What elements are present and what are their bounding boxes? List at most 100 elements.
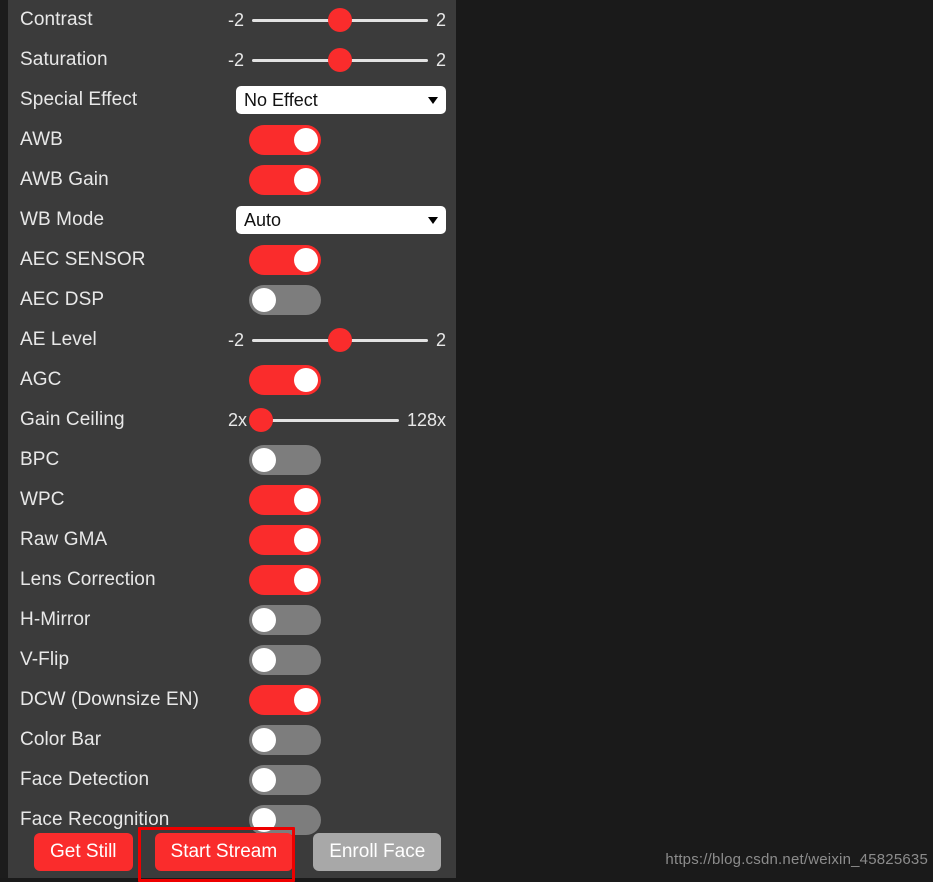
- dropdown-select[interactable]: No Effect: [236, 86, 446, 114]
- dropdown-select[interactable]: Auto: [236, 206, 446, 234]
- toggle-knob: [252, 448, 276, 472]
- settings-row: DCW (Downsize EN): [8, 680, 456, 720]
- toggle-switch[interactable]: [249, 565, 321, 595]
- settings-row: AE Level -2 2: [8, 320, 456, 360]
- setting-label: Gain Ceiling: [20, 409, 125, 430]
- setting-label: Color Bar: [20, 729, 102, 750]
- setting-label: WPC: [20, 489, 65, 510]
- setting-control: [228, 600, 446, 640]
- left-gutter: [0, 0, 8, 878]
- setting-label: V-Flip: [20, 649, 70, 670]
- toggle-switch[interactable]: [249, 685, 321, 715]
- setting-control: [228, 560, 446, 600]
- slider-min-label: 2x: [228, 410, 248, 430]
- setting-label: AE Level: [20, 329, 97, 350]
- setting-label: Contrast: [20, 9, 93, 30]
- toggle-knob: [294, 528, 318, 552]
- setting-label: Raw GMA: [20, 529, 108, 550]
- get-still-button[interactable]: Get Still: [34, 833, 133, 871]
- setting-label: Lens Correction: [20, 569, 156, 590]
- toggle-switch[interactable]: [249, 765, 321, 795]
- slider[interactable]: -2 2: [228, 40, 446, 80]
- setting-label: AWB: [20, 129, 63, 150]
- setting-label: AEC DSP: [20, 289, 105, 310]
- toggle-knob: [252, 608, 276, 632]
- toggle-knob: [294, 688, 318, 712]
- setting-label: BPC: [20, 449, 60, 470]
- toggle-knob: [252, 728, 276, 752]
- settings-row: BPC: [8, 440, 456, 480]
- toggle-switch[interactable]: [249, 525, 321, 555]
- settings-row: Lens Correction: [8, 560, 456, 600]
- toggle-switch[interactable]: [249, 285, 321, 315]
- toggle-switch[interactable]: [249, 125, 321, 155]
- settings-row: Color Bar: [8, 720, 456, 760]
- toggle-switch[interactable]: [249, 645, 321, 675]
- camera-settings-app: Contrast -2 2 Saturation -2 2 Special Effect No…: [0, 0, 933, 878]
- setting-label: AWB Gain: [20, 169, 109, 190]
- setting-control: [228, 280, 446, 320]
- setting-control: [228, 720, 446, 760]
- slider[interactable]: -2 2: [228, 0, 446, 40]
- settings-row: Gain Ceiling 2x 128x: [8, 400, 456, 440]
- slider-track: [255, 418, 399, 422]
- settings-row: WPC: [8, 480, 456, 520]
- setting-control: [228, 480, 446, 520]
- toggle-switch[interactable]: [249, 245, 321, 275]
- settings-row: Saturation -2 2: [8, 40, 456, 80]
- action-button-bar: Get Still Start Stream Enroll Face: [8, 826, 456, 878]
- setting-control: Auto: [228, 200, 446, 240]
- toggle-switch[interactable]: [249, 365, 321, 395]
- start-stream-button[interactable]: Start Stream: [154, 833, 294, 871]
- setting-control: -2 2: [228, 40, 446, 80]
- video-viewport: https://blog.csdn.net/weixin_45825635: [456, 0, 933, 878]
- slider-max-label: 128x: [406, 410, 446, 430]
- settings-row: AEC SENSOR: [8, 240, 456, 280]
- toggle-switch[interactable]: [249, 725, 321, 755]
- settings-row: Face Detection: [8, 760, 456, 800]
- toggle-knob: [252, 648, 276, 672]
- slider-thumb[interactable]: [328, 48, 352, 72]
- setting-control: [228, 520, 446, 560]
- toggle-switch[interactable]: [249, 445, 321, 475]
- toggle-switch[interactable]: [249, 165, 321, 195]
- setting-control: No Effect: [228, 80, 446, 120]
- settings-sidebar: Contrast -2 2 Saturation -2 2 Special Effect No…: [8, 0, 456, 878]
- slider-min-label: -2: [228, 50, 245, 70]
- slider-thumb[interactable]: [328, 328, 352, 352]
- settings-row: AEC DSP: [8, 280, 456, 320]
- settings-row: V-Flip: [8, 640, 456, 680]
- setting-control: [228, 120, 446, 160]
- setting-control: [228, 440, 446, 480]
- settings-row: AWB: [8, 120, 456, 160]
- slider-track-area[interactable]: [252, 328, 428, 352]
- settings-row: Contrast -2 2: [8, 0, 456, 40]
- toggle-knob: [294, 128, 318, 152]
- toggle-switch[interactable]: [249, 485, 321, 515]
- settings-row: WB Mode Auto: [8, 200, 456, 240]
- setting-label: H-Mirror: [20, 609, 91, 630]
- enroll-face-button[interactable]: Enroll Face: [313, 833, 442, 871]
- slider-track-area[interactable]: [248, 408, 399, 432]
- slider-min-label: -2: [228, 330, 245, 350]
- slider-thumb[interactable]: [328, 8, 352, 32]
- setting-label: AGC: [20, 369, 62, 390]
- toggle-knob: [252, 288, 276, 312]
- setting-label: DCW (Downsize EN): [20, 689, 200, 710]
- settings-row: H-Mirror: [8, 600, 456, 640]
- slider-track-area[interactable]: [252, 48, 428, 72]
- setting-control: 2x 128x: [228, 400, 446, 440]
- settings-row: Special Effect No Effect: [8, 80, 456, 120]
- toggle-switch[interactable]: [249, 605, 321, 635]
- slider-thumb[interactable]: [248, 408, 273, 432]
- setting-control: [228, 760, 446, 800]
- toggle-knob: [252, 768, 276, 792]
- toggle-knob: [294, 488, 318, 512]
- slider-track-area[interactable]: [252, 8, 428, 32]
- slider[interactable]: -2 2: [228, 320, 446, 360]
- settings-row: Raw GMA: [8, 520, 456, 560]
- dropdown-selected-value: No Effect: [244, 91, 318, 109]
- settings-row-list: Contrast -2 2 Saturation -2 2 Special Effect No…: [8, 0, 456, 840]
- slider[interactable]: 2x 128x: [228, 400, 446, 440]
- toggle-knob: [294, 248, 318, 272]
